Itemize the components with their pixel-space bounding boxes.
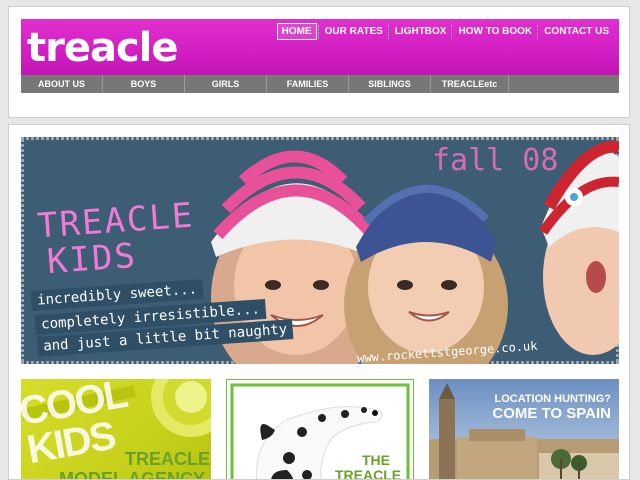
cool-kids-brand: TREACLE bbox=[125, 449, 210, 469]
nav-home[interactable]: HOME bbox=[276, 23, 317, 40]
subnav-treacle-etc[interactable]: TREACLEetc bbox=[431, 75, 509, 93]
nav-divider bbox=[451, 24, 453, 39]
subnav-siblings[interactable]: SIBLINGS bbox=[349, 75, 431, 93]
site-logo[interactable]: treacle bbox=[27, 22, 179, 74]
banner-season: fall 08 bbox=[432, 143, 559, 178]
nav-our-rates[interactable]: OUR RATES bbox=[321, 24, 387, 39]
subnav-families[interactable]: FAMILIES bbox=[267, 75, 349, 93]
spain-question: LOCATION HUNTING? bbox=[494, 393, 611, 405]
subnav-boys[interactable]: BOYS bbox=[103, 75, 185, 93]
nav-divider bbox=[317, 24, 320, 39]
category-nav: ABOUT US BOYS GIRLS FAMILIES SIBLINGS TR… bbox=[21, 75, 619, 93]
subnav-girls[interactable]: GIRLS bbox=[185, 75, 267, 93]
dog-card-treacle: TREACLE bbox=[335, 467, 402, 480]
top-nav: HOME OUR RATES LIGHTBOX HOW TO BOOK CONT… bbox=[276, 23, 613, 40]
promo-treacle-dog[interactable]: THE TREACLE bbox=[226, 379, 414, 480]
subnav-about-us[interactable]: ABOUT US bbox=[21, 75, 103, 93]
header-panel: treacle HOME OUR RATES LIGHTBOX HOW TO B… bbox=[8, 6, 630, 118]
nav-lightbox[interactable]: LIGHTBOX bbox=[391, 24, 451, 39]
header-band: treacle HOME OUR RATES LIGHTBOX HOW TO B… bbox=[21, 19, 619, 81]
spain-headline: COME TO SPAIN bbox=[492, 405, 611, 422]
promo-location-spain[interactable]: LOCATION HUNTING? COME TO SPAIN bbox=[429, 379, 619, 479]
promo-cool-kids[interactable]: COOL KIDS TREACLE MODEL AGENCY bbox=[21, 379, 211, 480]
subnav-filler bbox=[509, 75, 619, 93]
banner-title-kids: KIDS bbox=[45, 235, 139, 283]
nav-divider bbox=[537, 24, 539, 39]
nav-how-to-book[interactable]: HOW TO BOOK bbox=[454, 24, 536, 39]
dog-card-the: THE bbox=[362, 452, 390, 468]
cool-kids-subtitle: MODEL AGENCY bbox=[59, 469, 206, 480]
nav-contact-us[interactable]: CONTACT US bbox=[540, 24, 613, 39]
main-panel: TREACLE KIDS fall 08 incredibly sweet...… bbox=[8, 124, 630, 480]
nav-divider bbox=[387, 24, 390, 39]
hero-banner[interactable]: TREACLE KIDS fall 08 incredibly sweet...… bbox=[21, 137, 619, 364]
